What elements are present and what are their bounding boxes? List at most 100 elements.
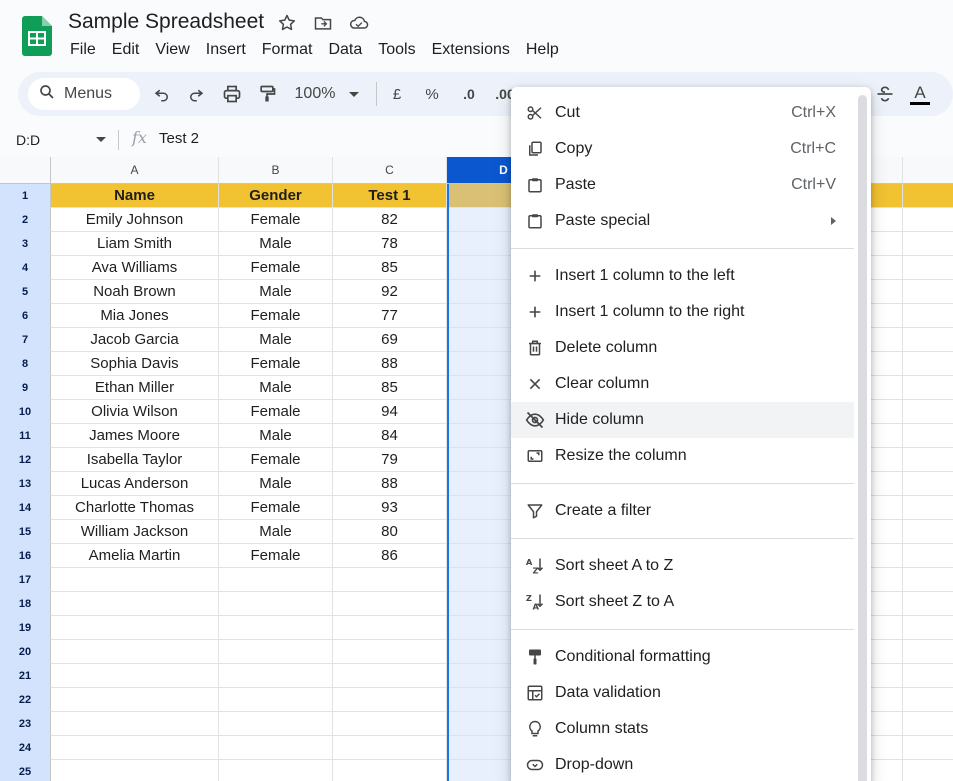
row-header[interactable]: 21	[0, 664, 51, 688]
table-cell[interactable]	[903, 352, 953, 376]
row-header[interactable]: 9	[0, 376, 51, 400]
menu-edit[interactable]: Edit	[104, 38, 148, 62]
table-cell[interactable]: 85	[333, 256, 447, 280]
header-cell[interactable]: Test 1	[333, 184, 447, 208]
table-cell[interactable]	[903, 520, 953, 544]
menu-item-insert-1-column-to-the-right[interactable]: Insert 1 column to the right	[511, 294, 854, 330]
menu-file[interactable]: File	[62, 38, 104, 62]
table-cell[interactable]: Charlotte Thomas	[51, 496, 219, 520]
table-cell[interactable]: Male	[219, 376, 333, 400]
menu-item-drop-down[interactable]: Drop-down	[511, 747, 854, 781]
row-header[interactable]: 11	[0, 424, 51, 448]
row-header[interactable]: 23	[0, 712, 51, 736]
table-cell[interactable]	[903, 688, 953, 712]
menu-extensions[interactable]: Extensions	[424, 38, 518, 62]
menu-item-cut[interactable]: Cut Ctrl+X	[511, 95, 854, 131]
table-cell[interactable]: 88	[333, 352, 447, 376]
row-header[interactable]: 20	[0, 640, 51, 664]
header-cell[interactable]: Gender	[219, 184, 333, 208]
row-header[interactable]: 13	[0, 472, 51, 496]
table-cell[interactable]	[219, 664, 333, 688]
menu-item-column-stats[interactable]: Column stats	[511, 711, 854, 747]
table-cell[interactable]: 86	[333, 544, 447, 568]
table-cell[interactable]: William Jackson	[51, 520, 219, 544]
table-cell[interactable]: Amelia Martin	[51, 544, 219, 568]
table-cell[interactable]	[51, 736, 219, 760]
decrease-decimal-button[interactable]: .0	[456, 82, 482, 106]
table-cell[interactable]	[903, 496, 953, 520]
table-cell[interactable]	[333, 664, 447, 688]
cloud-saved-icon[interactable]	[347, 11, 371, 35]
table-cell[interactable]: Noah Brown	[51, 280, 219, 304]
table-cell[interactable]	[219, 568, 333, 592]
table-cell[interactable]: 85	[333, 376, 447, 400]
column-header[interactable]	[903, 157, 953, 184]
table-cell[interactable]: Ava Williams	[51, 256, 219, 280]
table-cell[interactable]: 92	[333, 280, 447, 304]
table-cell[interactable]: Female	[219, 304, 333, 328]
table-cell[interactable]	[51, 712, 219, 736]
row-header[interactable]: 19	[0, 616, 51, 640]
search-menus-button[interactable]: Menus	[28, 78, 140, 110]
menu-insert[interactable]: Insert	[198, 38, 254, 62]
column-header[interactable]: A	[51, 157, 219, 184]
name-box[interactable]: D:D	[10, 128, 110, 152]
table-cell[interactable]	[219, 736, 333, 760]
table-cell[interactable]: Female	[219, 496, 333, 520]
sheets-logo-icon[interactable]	[22, 16, 52, 56]
table-cell[interactable]: 77	[333, 304, 447, 328]
table-cell[interactable]	[903, 592, 953, 616]
table-cell[interactable]: Liam Smith	[51, 232, 219, 256]
table-cell[interactable]	[219, 616, 333, 640]
table-cell[interactable]: Female	[219, 544, 333, 568]
percent-format-button[interactable]: %	[422, 82, 442, 106]
menu-item-paste[interactable]: Paste Ctrl+V	[511, 167, 854, 203]
menu-data[interactable]: Data	[320, 38, 370, 62]
text-color-icon[interactable]: A	[908, 82, 932, 106]
table-cell[interactable]	[51, 664, 219, 688]
select-all-corner[interactable]	[0, 157, 51, 184]
table-cell[interactable]	[219, 760, 333, 781]
table-cell[interactable]: 79	[333, 448, 447, 472]
table-cell[interactable]: Emily Johnson	[51, 208, 219, 232]
row-header[interactable]: 2	[0, 208, 51, 232]
zoom-select[interactable]: 100%	[290, 82, 364, 106]
table-cell[interactable]: Female	[219, 352, 333, 376]
table-cell[interactable]	[51, 616, 219, 640]
table-cell[interactable]	[903, 400, 953, 424]
row-header[interactable]: 8	[0, 352, 51, 376]
menu-item-hide-column[interactable]: Hide column	[511, 402, 854, 438]
menu-item-create-a-filter[interactable]: Create a filter	[511, 493, 854, 529]
table-cell[interactable]	[903, 424, 953, 448]
table-cell[interactable]	[903, 472, 953, 496]
table-cell[interactable]: Mia Jones	[51, 304, 219, 328]
menu-item-data-validation[interactable]: Data validation	[511, 675, 854, 711]
table-cell[interactable]: 93	[333, 496, 447, 520]
table-cell[interactable]	[903, 736, 953, 760]
menu-item-delete-column[interactable]: Delete column	[511, 330, 854, 366]
menu-item-clear-column[interactable]: Clear column	[511, 366, 854, 402]
table-cell[interactable]	[903, 256, 953, 280]
table-cell[interactable]	[333, 760, 447, 781]
table-cell[interactable]	[903, 640, 953, 664]
column-header[interactable]: B	[219, 157, 333, 184]
menu-help[interactable]: Help	[518, 38, 567, 62]
header-cell[interactable]: Name	[51, 184, 219, 208]
menu-item-copy[interactable]: Copy Ctrl+C	[511, 131, 854, 167]
table-cell[interactable]: 88	[333, 472, 447, 496]
table-cell[interactable]	[51, 592, 219, 616]
table-cell[interactable]: Female	[219, 448, 333, 472]
menu-item-resize-the-column[interactable]: Resize the column	[511, 438, 854, 474]
table-cell[interactable]	[903, 376, 953, 400]
paint-format-icon[interactable]	[255, 82, 279, 106]
menu-format[interactable]: Format	[254, 38, 321, 62]
document-title[interactable]: Sample Spreadsheet	[68, 10, 264, 34]
table-cell[interactable]: Olivia Wilson	[51, 400, 219, 424]
menu-view[interactable]: View	[147, 38, 197, 62]
row-header[interactable]: 14	[0, 496, 51, 520]
table-cell[interactable]: Ethan Miller	[51, 376, 219, 400]
row-header[interactable]: 16	[0, 544, 51, 568]
table-cell[interactable]: 80	[333, 520, 447, 544]
table-cell[interactable]: Male	[219, 328, 333, 352]
menu-item-paste-special[interactable]: Paste special	[511, 203, 854, 239]
